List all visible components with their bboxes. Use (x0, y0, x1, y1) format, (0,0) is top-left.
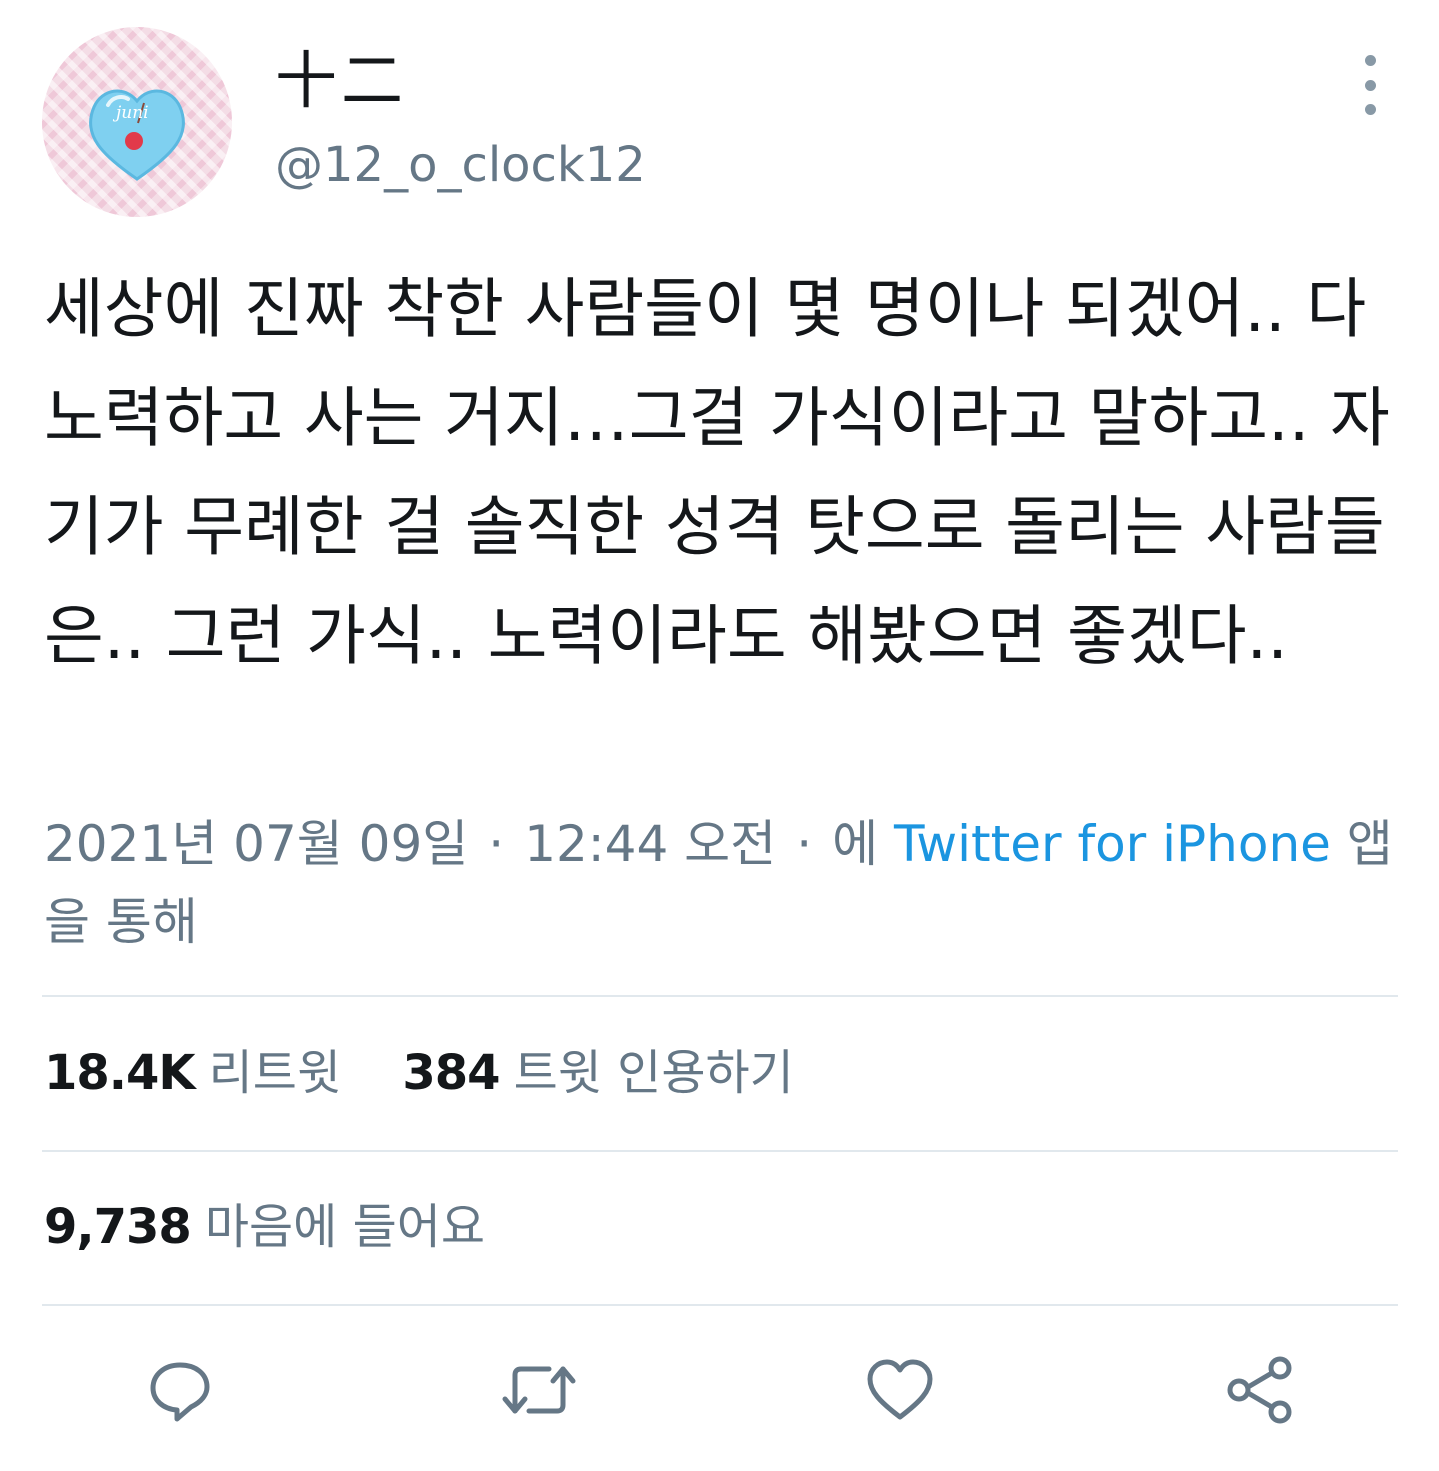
retweet-icon (502, 1366, 576, 1414)
like-stats: 9,738 마음에 들어요 (44, 1196, 531, 1258)
more-icon-dot (1364, 79, 1376, 91)
quotes-count-link[interactable]: 384 트윗 인용하기 (402, 1042, 793, 1104)
retweet-button[interactable] (494, 1345, 584, 1435)
tweet-date[interactable]: 2021년 07월 09일 (44, 815, 468, 873)
retweet-stats: 18.4K 리트윗 384 트윗 인용하기 (44, 1042, 840, 1104)
tweet-meta: 2021년 07월 09일 · 12:44 오전 · 에 Twitter for iPh… (44, 805, 1414, 961)
more-icon (1364, 55, 1376, 66)
source-link[interactable]: Twitter for iPhone (894, 815, 1331, 873)
more-icon-dot (1364, 104, 1376, 115)
quotes-count: 384 (402, 1045, 500, 1101)
action-bar (0, 1345, 1439, 1435)
tweet-text: 세상에 진짜 착한 사람들이 몇 명이나 되겠어.. 다 노력하고 사는 거지…… (44, 272, 1390, 674)
like-icon (867, 1359, 933, 1420)
share-icon (1227, 1356, 1292, 1424)
likes-count-link[interactable]: 9,738 마음에 들어요 (44, 1196, 485, 1258)
avatar-logo-text: juni (116, 103, 149, 123)
reply-button[interactable] (135, 1345, 225, 1435)
divider (42, 1150, 1398, 1152)
divider (42, 1304, 1398, 1306)
meta-separator: · (796, 815, 813, 873)
share-button[interactable] (1214, 1345, 1304, 1435)
retweets-count: 18.4K (44, 1045, 196, 1101)
retweets-count-link[interactable]: 18.4K 리트윗 (44, 1042, 341, 1104)
user-handle[interactable]: @12_o_clock12 (275, 134, 646, 196)
quotes-label: 트윗 인용하기 (513, 1045, 794, 1101)
divider (42, 995, 1398, 997)
more-options-button[interactable] (1348, 55, 1392, 115)
via-prefix: 에 (832, 815, 879, 873)
like-button[interactable] (855, 1345, 945, 1435)
display-name[interactable]: 十二 (275, 42, 407, 120)
meta-separator: · (488, 815, 505, 873)
likes-count: 9,738 (44, 1199, 192, 1255)
likes-label: 마음에 들어요 (204, 1199, 486, 1255)
tweet-header: juni 十二 @12_o_clock12 (0, 0, 1439, 240)
retweets-label: 리트윗 (208, 1045, 342, 1101)
tweet-time[interactable]: 12:44 오전 (524, 815, 776, 873)
avatar[interactable]: juni (42, 27, 232, 217)
reply-icon (150, 1362, 210, 1422)
